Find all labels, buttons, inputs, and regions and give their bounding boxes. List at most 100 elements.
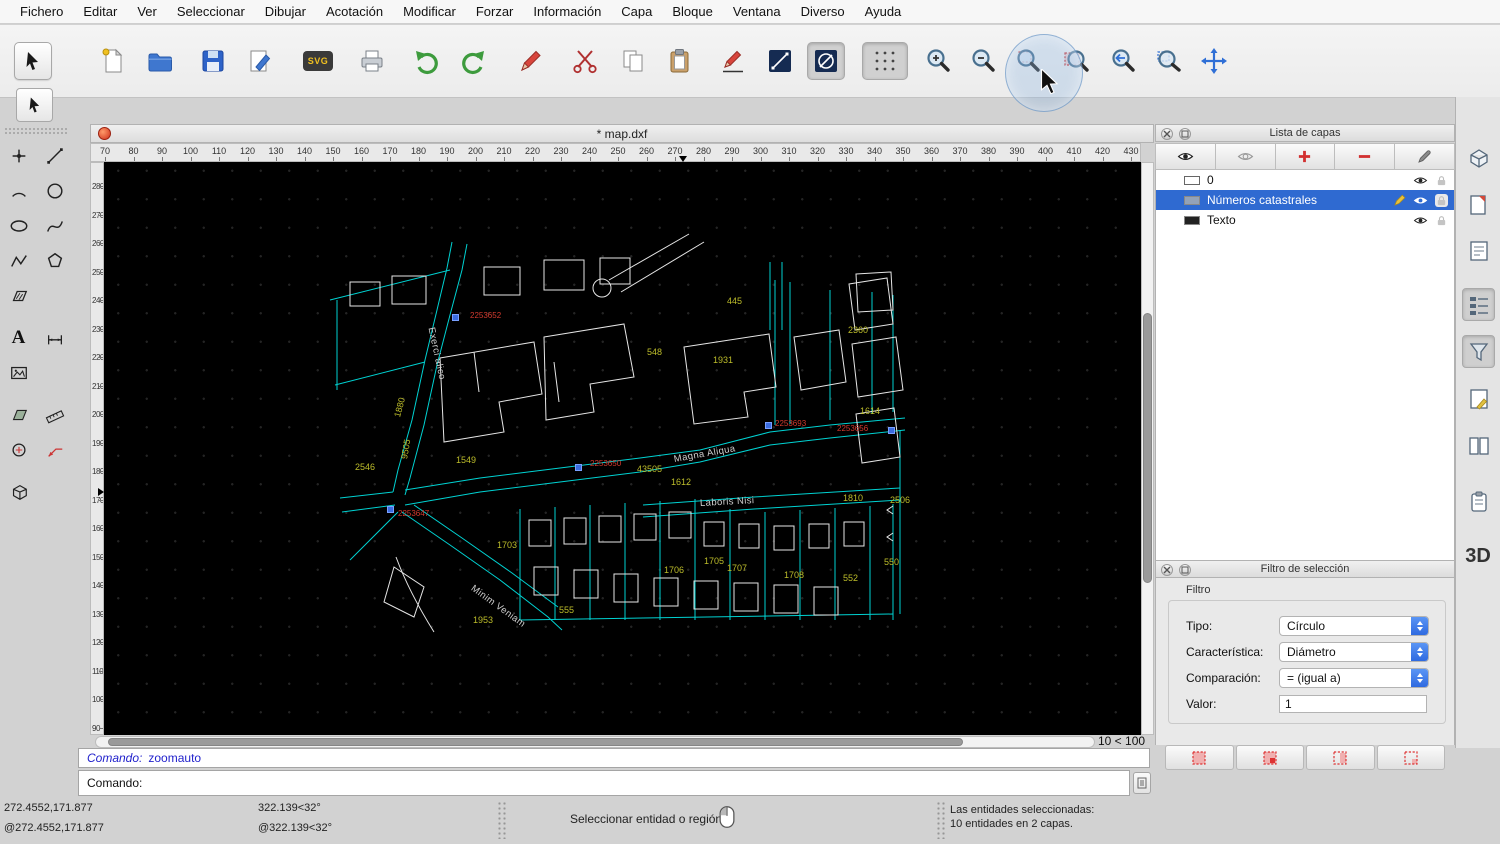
image-tool[interactable] xyxy=(1,356,36,390)
pan-button[interactable] xyxy=(1195,42,1233,80)
copy-button[interactable] xyxy=(614,42,652,80)
filter-remove-from-selection-button[interactable] xyxy=(1306,745,1375,770)
line-tool[interactable] xyxy=(37,139,72,173)
layer-lock-icon[interactable] xyxy=(1435,214,1448,227)
selection-grip[interactable] xyxy=(387,506,394,513)
pointer-mode-button[interactable] xyxy=(16,88,53,122)
selection-grip[interactable] xyxy=(888,427,895,434)
leader-tool[interactable] xyxy=(37,433,72,467)
menu-item-seleccionar[interactable]: Seleccionar xyxy=(167,0,255,24)
open-file-button[interactable] xyxy=(141,42,179,80)
command-options-button[interactable] xyxy=(1133,772,1151,794)
line-tool-button[interactable] xyxy=(761,42,799,80)
drawing-canvas[interactable]: Exerci alico Magna Aliqua Laboris Nisi Mini… xyxy=(104,162,1141,735)
print-preview-button[interactable] xyxy=(353,42,391,80)
new-file-button[interactable] xyxy=(94,42,132,80)
edit-document-button[interactable] xyxy=(241,42,279,80)
command-history-button[interactable] xyxy=(1462,429,1495,462)
selection-filter-button[interactable] xyxy=(1462,335,1495,368)
layer-list-button[interactable] xyxy=(1462,288,1495,321)
zoom-in-button[interactable] xyxy=(919,42,957,80)
view-list-button[interactable] xyxy=(1462,234,1495,267)
zoom-previous-button[interactable] xyxy=(1103,42,1141,80)
save-file-button[interactable] xyxy=(194,42,232,80)
view-3d-label[interactable]: 3D xyxy=(1456,545,1500,568)
edit-text-button[interactable] xyxy=(714,42,752,80)
menu-item-bloque[interactable]: Bloque xyxy=(662,0,722,24)
command-input[interactable] xyxy=(148,775,1129,791)
menu-item-capa[interactable]: Capa xyxy=(611,0,662,24)
solid-fill-tool[interactable] xyxy=(1,398,36,432)
box-3d-tool[interactable] xyxy=(1,475,36,509)
detach-layer-panel-button[interactable] xyxy=(1179,128,1191,140)
zoom-window-button[interactable] xyxy=(1149,42,1187,80)
close-filter-panel-button[interactable] xyxy=(1161,564,1173,576)
filter-comparacion-select[interactable]: = (igual a) xyxy=(1279,668,1429,688)
layer-lock-icon[interactable] xyxy=(1435,174,1448,187)
horizontal-scrollbar[interactable] xyxy=(95,736,1095,748)
layer-edit-pencil-icon[interactable] xyxy=(1393,194,1406,207)
text-tool[interactable]: A xyxy=(1,321,36,355)
menu-item-forzar[interactable]: Forzar xyxy=(466,0,524,24)
menu-item-informacion[interactable]: Información xyxy=(523,0,611,24)
filter-valor-input[interactable] xyxy=(1279,695,1427,713)
menu-item-ayuda[interactable]: Ayuda xyxy=(855,0,912,24)
layer-row-numeros-catastrales[interactable]: Números catastrales xyxy=(1156,190,1454,210)
shape-tool[interactable] xyxy=(1,433,36,467)
menu-item-ver[interactable]: Ver xyxy=(127,0,167,24)
block-list-button[interactable] xyxy=(1462,188,1495,221)
vertical-scrollbar-thumb[interactable] xyxy=(1143,313,1152,583)
library-browser-button[interactable] xyxy=(1462,382,1495,415)
menu-item-ventana[interactable]: Ventana xyxy=(723,0,791,24)
menu-item-fichero[interactable]: Fichero xyxy=(10,0,73,24)
palette-drag-handle[interactable] xyxy=(4,127,68,134)
edit-layer-button[interactable] xyxy=(1395,143,1455,170)
horizontal-scrollbar-thumb[interactable] xyxy=(108,738,963,746)
hide-all-layers-button[interactable] xyxy=(1215,143,1276,170)
close-layer-panel-button[interactable] xyxy=(1161,128,1173,140)
selection-grip[interactable] xyxy=(765,422,772,429)
layer-visibility-icon[interactable] xyxy=(1413,215,1428,226)
menu-item-modificar[interactable]: Modificar xyxy=(393,0,466,24)
filter-add-to-selection-button[interactable] xyxy=(1235,745,1304,770)
vertical-scrollbar[interactable] xyxy=(1141,162,1154,735)
dimension-tool[interactable] xyxy=(37,321,72,355)
layer-visibility-icon[interactable] xyxy=(1413,195,1428,206)
svg-export-button[interactable]: SVG xyxy=(299,42,337,80)
redo-button[interactable] xyxy=(454,42,492,80)
menu-item-editar[interactable]: Editar xyxy=(73,0,127,24)
show-all-layers-button[interactable] xyxy=(1155,143,1216,170)
zoom-selection-button[interactable] xyxy=(1057,42,1095,80)
document-titlebar[interactable]: * map.dxf xyxy=(90,124,1154,143)
measure-tool[interactable] xyxy=(37,398,72,432)
ellipse-tool[interactable] xyxy=(1,209,36,243)
menu-item-dibujar[interactable]: Dibujar xyxy=(255,0,316,24)
script-shell-button[interactable] xyxy=(1462,485,1495,518)
filter-select-button[interactable] xyxy=(1165,745,1234,770)
filter-tipo-select[interactable]: Círculo xyxy=(1279,616,1429,636)
remove-layer-button[interactable] xyxy=(1335,143,1396,170)
modify-entity-button[interactable] xyxy=(511,42,549,80)
cut-button[interactable] xyxy=(566,42,604,80)
polygon-tool[interactable] xyxy=(37,244,72,278)
zoom-out-button[interactable] xyxy=(964,42,1002,80)
circle-tool[interactable] xyxy=(37,174,72,208)
add-layer-button[interactable] xyxy=(1275,143,1336,170)
menu-item-acotacion[interactable]: Acotación xyxy=(316,0,393,24)
layer-row-texto[interactable]: Texto xyxy=(1156,210,1454,230)
layer-lock-icon[interactable] xyxy=(1435,193,1448,207)
layer-visibility-icon[interactable] xyxy=(1413,175,1428,186)
spline-tool[interactable] xyxy=(37,209,72,243)
filter-caracteristica-select[interactable]: Diámetro xyxy=(1279,642,1429,662)
filter-intersect-selection-button[interactable] xyxy=(1376,745,1445,770)
selection-grip[interactable] xyxy=(575,464,582,471)
paste-button[interactable] xyxy=(661,42,699,80)
undo-button[interactable] xyxy=(408,42,446,80)
select-tool-button[interactable] xyxy=(14,42,52,80)
grid-toggle-button[interactable] xyxy=(862,42,908,80)
hatch-tool[interactable] xyxy=(1,279,36,313)
menu-item-diverso[interactable]: Diverso xyxy=(791,0,855,24)
layer-row-0[interactable]: 0 xyxy=(1156,170,1454,190)
arc-tool[interactable] xyxy=(1,174,36,208)
polyline-tool[interactable] xyxy=(1,244,36,278)
